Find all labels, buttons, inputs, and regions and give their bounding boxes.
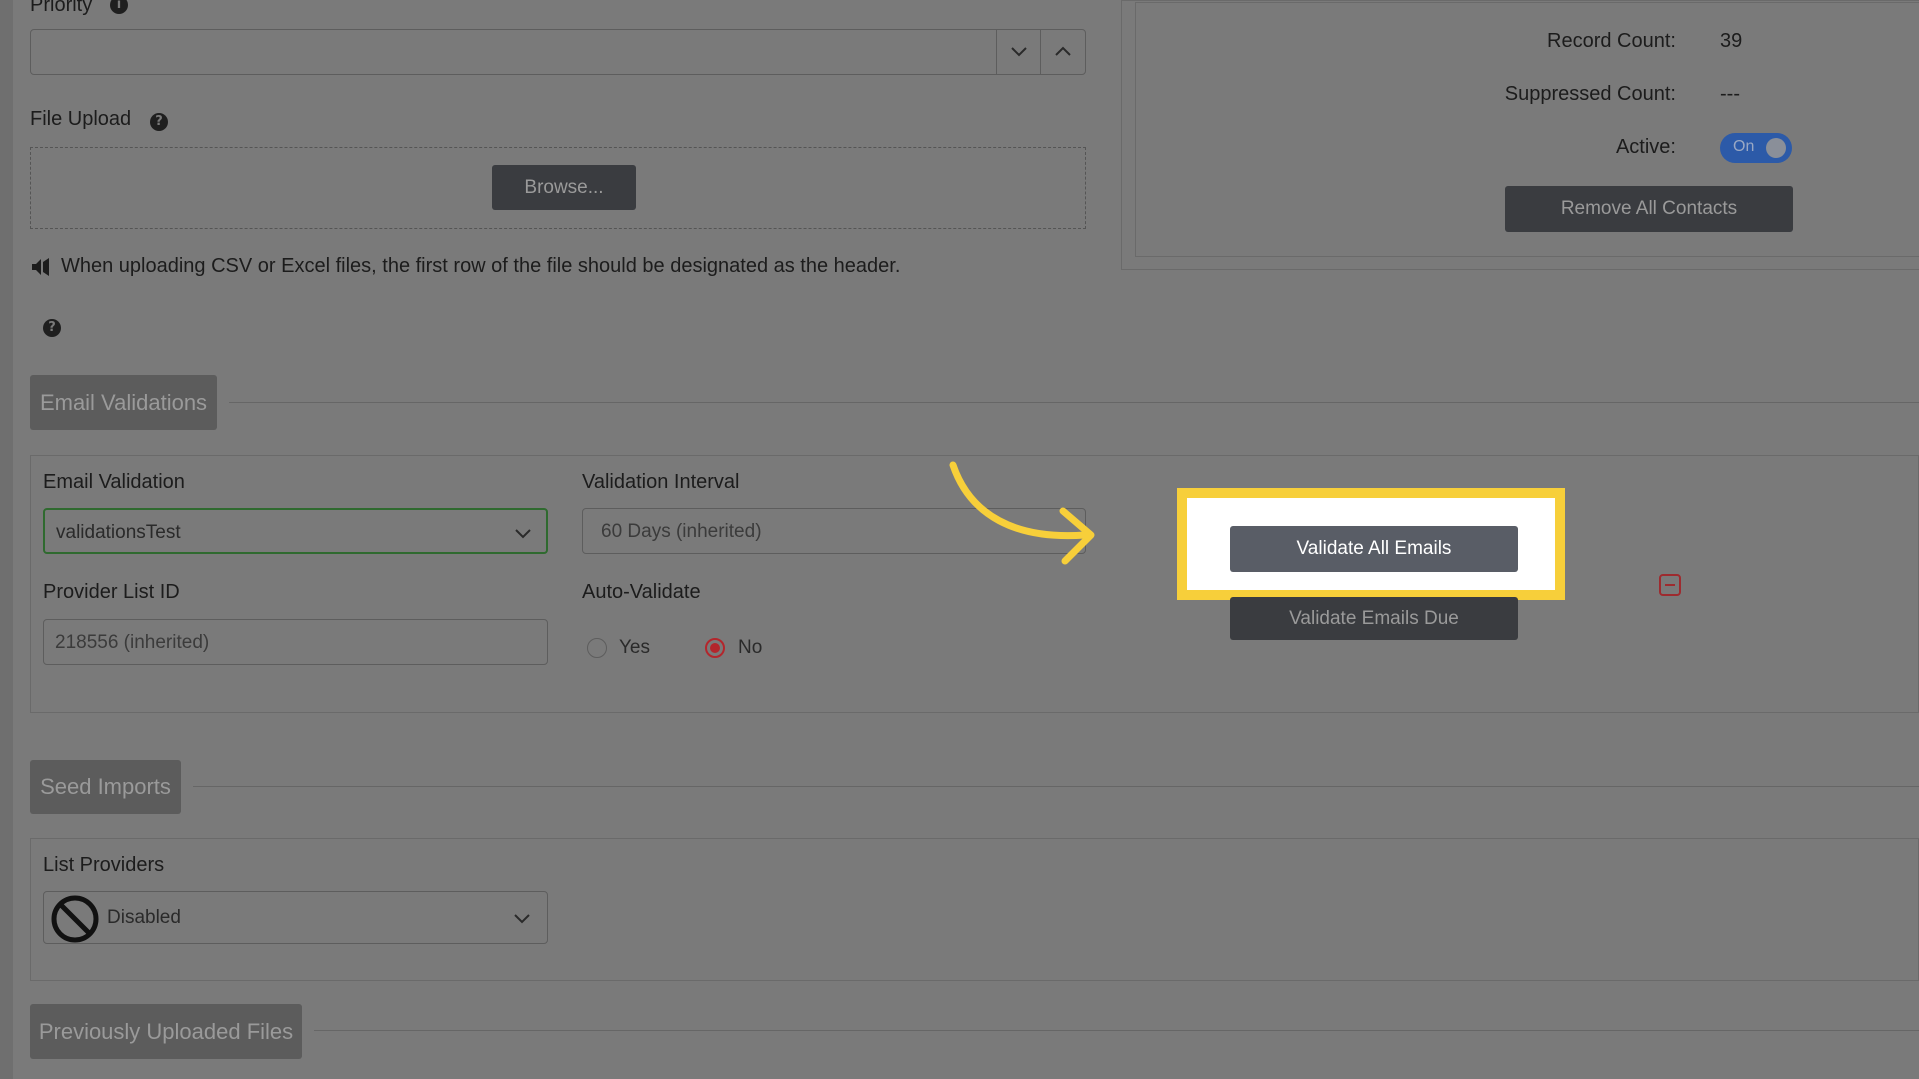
auto-validate-label: Auto-Validate [582,581,701,603]
provider-list-id-input[interactable]: 218556 (inherited) [43,619,548,665]
validation-interval-label: Validation Interval [582,471,740,493]
email-validation-label: Email Validation [43,471,185,493]
auto-validate-yes-radio[interactable] [587,638,607,658]
section-divider [229,402,1919,403]
file-upload-label: File Upload [30,108,132,130]
record-count-value: 39 [1720,30,1743,52]
help-icon: ? [150,113,168,131]
list-providers-select[interactable]: Disabled [43,891,548,944]
arrow-icon [949,461,1095,565]
disabled-icon [51,895,99,943]
auto-validate-no-radio[interactable] [705,638,725,658]
validate-emails-due-button[interactable]: Validate Emails Due [1230,597,1518,640]
suppressed-count-value: --- [1720,83,1740,105]
left-edge-strip [0,0,13,1079]
list-providers-label: List Providers [43,854,165,876]
radio-dot [710,643,720,653]
chevron-down-icon [1011,47,1027,57]
email-validation-value: validationsTest [56,522,181,543]
chevron-down-icon [515,529,531,539]
provider-list-id-value: 218556 (inherited) [55,632,210,653]
validation-interval-value: 60 Days (inherited) [601,521,762,542]
auto-validate-yes-label: Yes [619,637,650,658]
megaphone-icon [30,256,52,278]
provider-list-id-label: Provider List ID [43,581,180,603]
chevron-down-icon [514,914,530,924]
csv-header-notice: When uploading CSV or Excel files, the f… [61,255,901,277]
info-icon: i [110,0,128,14]
section-divider [314,1030,1919,1031]
browse-button[interactable]: Browse... [492,165,636,210]
active-label: Active: [1615,136,1676,158]
active-toggle[interactable]: On [1720,133,1792,163]
list-providers-value: Disabled [107,907,181,928]
priority-increment-button[interactable] [1047,33,1079,71]
email-validations-section-button[interactable]: Email Validations [30,375,217,430]
priority-label: Priority [30,0,93,16]
remove-all-contacts-button[interactable]: Remove All Contacts [1505,186,1793,232]
help-icon: ? [43,319,61,337]
email-validation-select[interactable]: validationsTest [43,508,548,554]
auto-validate-no-label: No [738,637,763,658]
seed-imports-section-button[interactable]: Seed Imports [30,760,181,814]
minus-square-icon[interactable] [1658,573,1682,597]
priority-decrement-button[interactable] [1003,33,1035,71]
record-count-label: Record Count: [1547,30,1676,52]
chevron-up-icon [1055,46,1071,56]
divider [996,29,997,75]
priority-input[interactable] [30,29,1086,75]
validate-all-emails-button[interactable]: Validate All Emails [1230,526,1518,572]
toggle-knob [1766,138,1786,158]
divider [1040,29,1041,75]
suppressed-count-label: Suppressed Count: [1504,83,1676,105]
active-toggle-label: On [1733,138,1755,155]
section-divider [193,786,1919,787]
previously-uploaded-files-section-button[interactable]: Previously Uploaded Files [30,1004,302,1059]
